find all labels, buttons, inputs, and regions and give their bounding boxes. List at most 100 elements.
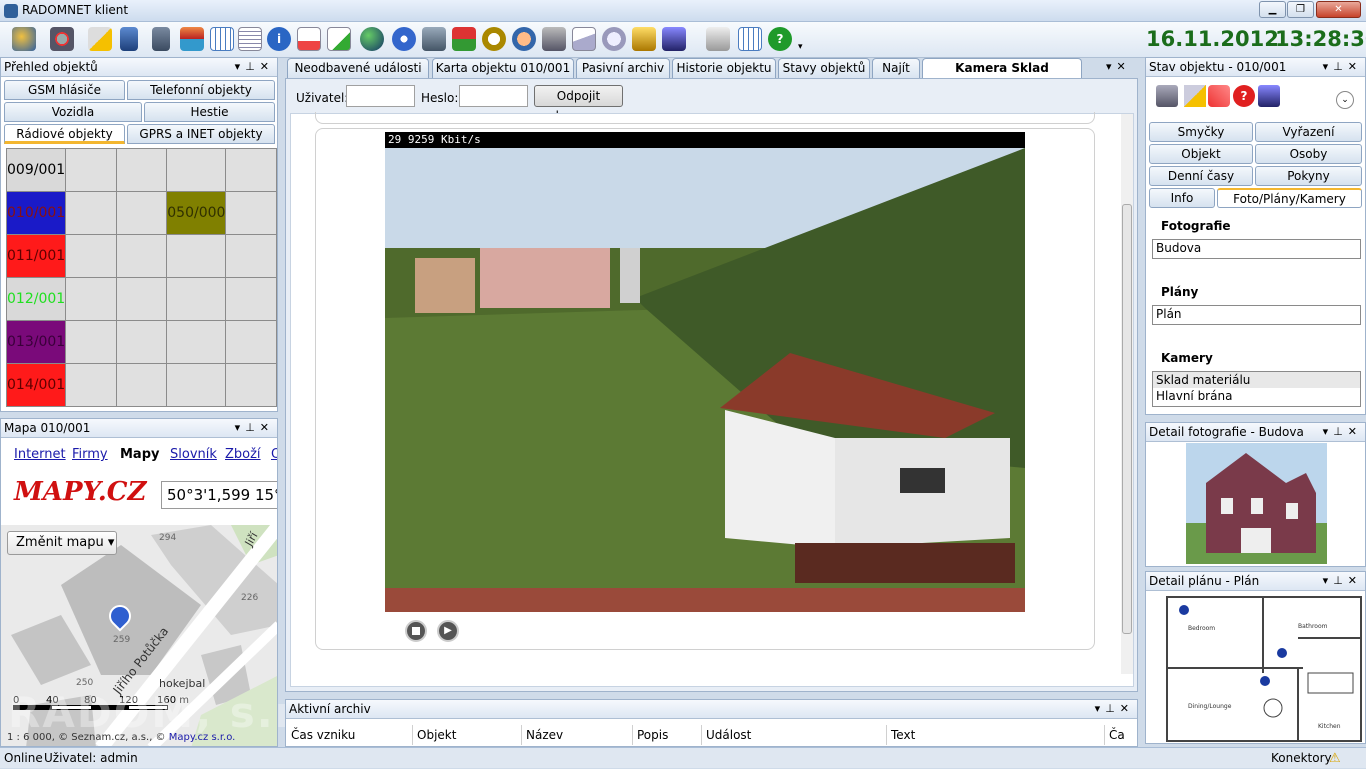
tab-loops[interactable]: Smyčky <box>1149 122 1253 142</box>
pin-icon[interactable]: ⊥ <box>245 421 260 434</box>
dropdown-icon[interactable]: ▾ <box>1323 60 1334 73</box>
disconnect-icon[interactable] <box>50 27 74 51</box>
dropdown-icon[interactable]: ▾ <box>235 421 246 434</box>
tab-daily-times[interactable]: Denní časy <box>1149 166 1253 186</box>
maximize-button[interactable]: ❐ <box>1287 1 1314 18</box>
pin-icon[interactable]: ⊥ <box>245 60 260 73</box>
tab-excluded[interactable]: Vyřazení <box>1255 122 1362 142</box>
tab-gsm[interactable]: GSM hlásiče <box>4 80 125 100</box>
dropdown-icon[interactable]: ▾ <box>1323 574 1334 587</box>
tab-camera[interactable]: Kamera Sklad materiálu <box>922 58 1082 94</box>
disconnect-camera-button[interactable]: Odpojit kameru <box>534 85 623 123</box>
map-link-internet[interactable]: Internet <box>14 447 66 462</box>
calendar-icon[interactable] <box>210 27 234 51</box>
tab-unhandled-events[interactable]: Neodbavené události <box>287 58 429 78</box>
eraser-icon[interactable] <box>706 27 730 51</box>
tab-radio-objects[interactable]: Rádiové objekty <box>4 124 125 144</box>
connectors-label[interactable]: Konektory <box>1271 748 1332 768</box>
col-name[interactable]: Název <box>522 725 633 745</box>
house-icon[interactable] <box>180 27 204 51</box>
list-item[interactable]: Sklad materiálu <box>1153 372 1360 388</box>
cell-1[interactable]: 010/001 <box>5 191 67 235</box>
chat-icon[interactable] <box>602 27 626 51</box>
dropdown-icon[interactable]: ▾ <box>1323 425 1334 438</box>
globe-icon[interactable] <box>360 27 384 51</box>
cell-6[interactable]: 050/000 <box>166 191 227 235</box>
document-icon[interactable] <box>238 27 262 51</box>
expand-icon[interactable]: ⌄ <box>1336 91 1354 109</box>
col-time[interactable]: Ča <box>1105 725 1135 745</box>
house-green-icon[interactable] <box>452 27 476 51</box>
map-link-mapy[interactable]: Mapy <box>120 447 160 462</box>
map-link-more[interactable]: O <box>271 447 277 462</box>
map-link-zbozi[interactable]: Zboží <box>225 447 261 462</box>
close-button[interactable]: ✕ <box>1316 1 1361 18</box>
scrollbar[interactable] <box>1121 114 1133 674</box>
col-text[interactable]: Text <box>887 725 1105 745</box>
tab-persons[interactable]: Osoby <box>1255 144 1362 164</box>
camera-icon[interactable] <box>662 27 686 51</box>
pin-icon[interactable]: ⊥ <box>1105 702 1120 715</box>
cell-3[interactable]: 012/001 <box>5 277 67 321</box>
calendar-info-icon[interactable] <box>738 27 762 51</box>
toolbar-overflow-icon[interactable]: ▾ <box>798 42 803 52</box>
print-icon[interactable] <box>542 27 566 51</box>
list-item[interactable]: Budova <box>1153 240 1360 256</box>
user-input[interactable] <box>346 85 415 107</box>
dropdown-icon[interactable]: ▾ <box>235 60 246 73</box>
tab-object-card[interactable]: Karta objektu 010/001 <box>432 58 574 78</box>
cell-0[interactable]: 009/001 <box>5 148 67 192</box>
password-input[interactable] <box>459 85 528 107</box>
network-globe-icon[interactable] <box>392 27 416 51</box>
cell-5[interactable]: 014/001 <box>5 363 67 407</box>
col-event[interactable]: Událost <box>702 725 887 745</box>
coords-field[interactable]: 50°3'1,599 15°4 <box>161 481 277 509</box>
col-object[interactable]: Objekt <box>413 725 522 745</box>
minimize-button[interactable]: ▁ <box>1259 1 1286 18</box>
pin-icon[interactable]: ⊥ <box>1333 574 1348 587</box>
edit-icon[interactable] <box>327 27 351 51</box>
tab-vehicles[interactable]: Vozidla <box>4 102 142 122</box>
server-icon[interactable] <box>120 27 138 51</box>
tab-hestie[interactable]: Hestie <box>144 102 275 122</box>
server2-icon[interactable] <box>152 27 170 51</box>
col-created[interactable]: Čas vzniku <box>287 725 413 745</box>
tab-photo-plans[interactable]: Foto/Plány/Kamery <box>1217 188 1362 208</box>
tab-gprs-objects[interactable]: GPRS a INET objekty <box>127 124 275 144</box>
warning-doc-icon[interactable] <box>88 27 112 51</box>
change-map-button[interactable]: Změnit mapu ▾ <box>7 531 117 555</box>
close-icon[interactable]: ✕ <box>1117 60 1131 73</box>
close-icon[interactable]: ✕ <box>260 60 274 73</box>
map-link-slovnik[interactable]: Slovník <box>170 447 217 462</box>
dropdown-icon[interactable]: ▾ <box>1095 702 1106 715</box>
info-icon[interactable]: i <box>267 27 291 51</box>
map-link-firmy[interactable]: Firmy <box>72 447 108 462</box>
tab-object-history[interactable]: Historie objektu <box>672 58 776 78</box>
tab-object-states[interactable]: Stavy objektů <box>778 58 870 78</box>
pin-icon[interactable]: ⊥ <box>1333 60 1348 73</box>
phone-icon[interactable] <box>632 27 656 51</box>
cameras-list[interactable]: Sklad materiálu Hlavní brána <box>1152 371 1361 407</box>
close-icon[interactable]: ✕ <box>1348 425 1362 438</box>
col-description[interactable]: Popis <box>633 725 702 745</box>
dropdown-icon[interactable]: ▾ <box>1106 60 1117 73</box>
close-icon[interactable]: ✕ <box>1120 702 1134 715</box>
user-alarm-icon[interactable] <box>12 27 36 51</box>
mail-icon[interactable] <box>572 27 596 51</box>
list-item[interactable]: Plán <box>1153 306 1360 322</box>
help-icon[interactable]: ? <box>768 27 792 51</box>
photos-list[interactable]: Budova <box>1152 239 1361 259</box>
cell-4[interactable]: 013/001 <box>5 320 67 364</box>
tab-info[interactable]: Info <box>1149 188 1215 208</box>
list-item[interactable]: Hlavní brána <box>1153 388 1360 404</box>
tab-passive-archive[interactable]: Pasivní archiv <box>576 58 670 78</box>
tab-find[interactable]: Najít <box>872 58 920 78</box>
play-button[interactable]: ▶ <box>437 620 459 642</box>
plans-list[interactable]: Plán <box>1152 305 1361 325</box>
close-icon[interactable]: ✕ <box>1348 574 1362 587</box>
tab-object[interactable]: Objekt <box>1149 144 1253 164</box>
close-icon[interactable]: ✕ <box>260 421 274 434</box>
users-icon[interactable] <box>512 27 536 51</box>
close-icon[interactable]: ✕ <box>1348 60 1362 73</box>
search-icon[interactable] <box>482 27 506 51</box>
